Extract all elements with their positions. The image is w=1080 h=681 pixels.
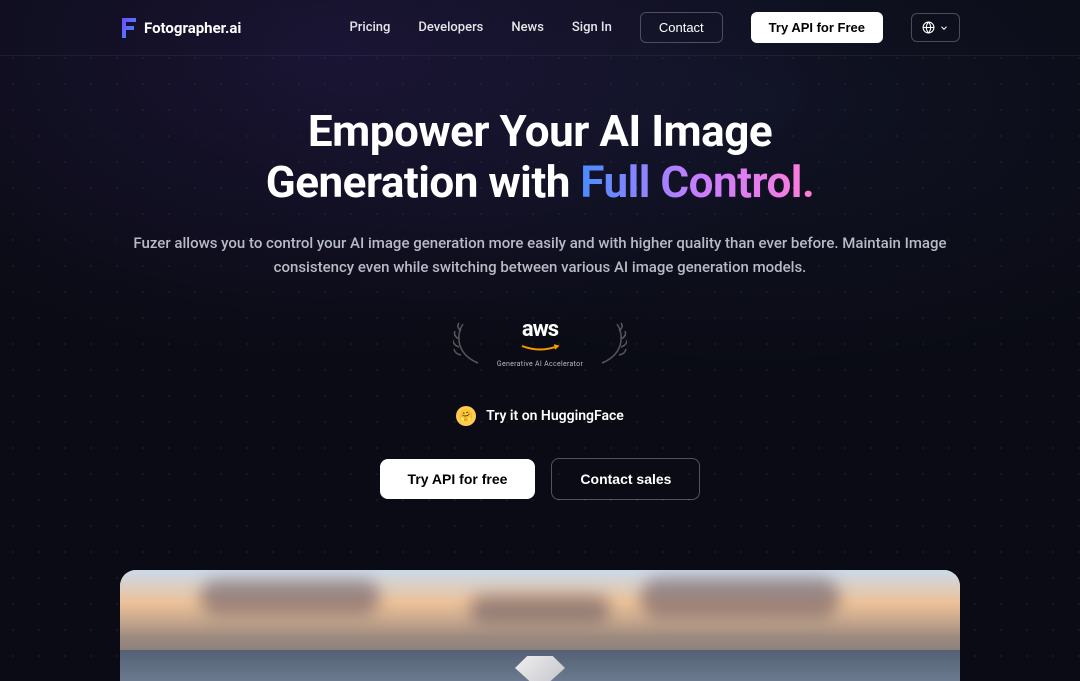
hero-title: Empower Your AI Image Generation with Fu… xyxy=(120,106,960,207)
hero-title-line1: Empower Your AI Image xyxy=(308,105,772,157)
nav-signin[interactable]: Sign In xyxy=(572,20,612,35)
brand-logo[interactable]: Fotographer.ai xyxy=(120,17,241,39)
laurel-right-icon xyxy=(597,321,627,366)
brand-name: Fotographer.ai xyxy=(144,19,241,37)
try-api-button[interactable]: Try API for free xyxy=(380,459,536,499)
aws-logo-text: aws xyxy=(497,319,583,341)
language-selector[interactable] xyxy=(911,13,960,42)
nav-news[interactable]: News xyxy=(511,20,544,35)
contact-sales-button[interactable]: Contact sales xyxy=(551,458,700,500)
globe-icon xyxy=(922,21,935,34)
main-nav: Pricing Developers News Sign In Contact … xyxy=(350,12,961,43)
cta-row: Try API for free Contact sales xyxy=(120,458,960,500)
diamond-icon xyxy=(515,656,565,681)
aws-swoosh-icon xyxy=(520,343,560,353)
contact-button[interactable]: Contact xyxy=(640,12,723,43)
huggingface-icon: 🤗 xyxy=(456,406,476,426)
hero-section: Empower Your AI Image Generation with Fu… xyxy=(0,56,1080,681)
laurel-left-icon xyxy=(453,321,483,366)
aws-badge: aws Generative AI Accelerator xyxy=(497,319,583,368)
logo-icon xyxy=(120,17,138,39)
hero-preview-image xyxy=(120,570,960,681)
hero-subtitle: Fuzer allows you to control your AI imag… xyxy=(120,231,960,279)
main-header: Fotographer.ai Pricing Developers News S… xyxy=(0,0,1080,56)
hero-title-highlight: Full Control. xyxy=(580,156,814,208)
aws-badge-section: aws Generative AI Accelerator xyxy=(120,319,960,368)
huggingface-link[interactable]: 🤗 Try it on HuggingFace xyxy=(456,406,624,426)
nav-developers[interactable]: Developers xyxy=(418,20,483,35)
try-api-header-button[interactable]: Try API for Free xyxy=(751,12,883,43)
chevron-down-icon xyxy=(939,23,949,33)
nav-pricing[interactable]: Pricing xyxy=(350,20,391,35)
hero-title-line2: Generation with xyxy=(266,156,581,208)
aws-subtitle: Generative AI Accelerator xyxy=(497,360,583,368)
huggingface-label: Try it on HuggingFace xyxy=(486,408,624,424)
